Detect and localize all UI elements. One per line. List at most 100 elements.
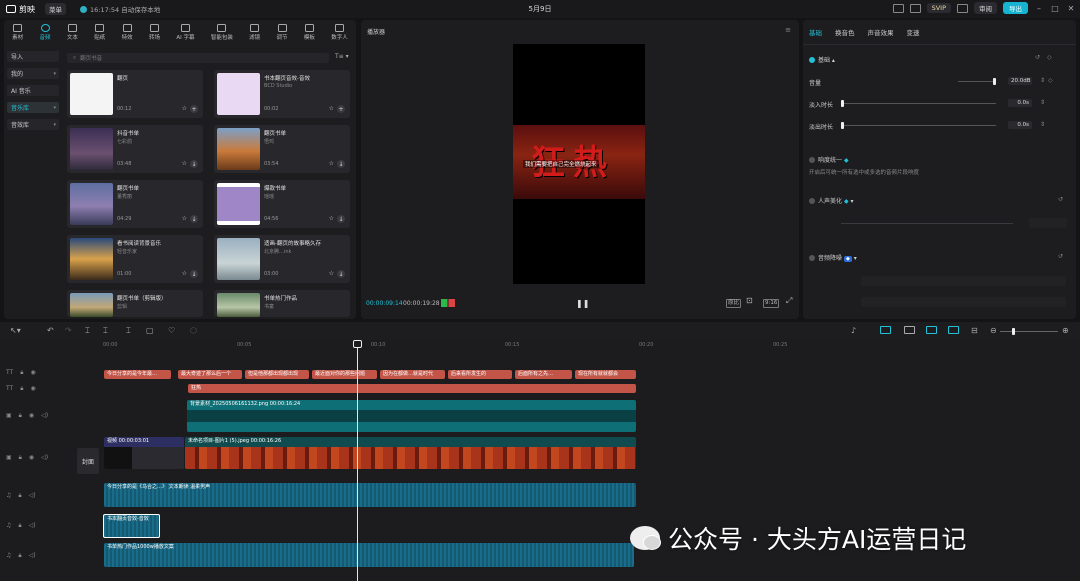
lock-icon[interactable]: 🔒︎: [18, 522, 21, 530]
music-card[interactable]: 抖音书单 七彩鸽 03:48 ☆ ↓: [67, 125, 203, 173]
text-clip[interactable]: 因为在都做…就是时代: [380, 370, 445, 379]
favorite-star-icon[interactable]: ☆: [329, 215, 334, 222]
main-video-clip-a[interactable]: 视频 00:00:03:01: [104, 437, 184, 469]
text-clip[interactable]: 今日分享的是今年最…: [104, 370, 171, 379]
text-clip[interactable]: 现在所有就就都会: [575, 370, 636, 379]
property-tab[interactable]: 换音色: [835, 27, 855, 37]
tab-7[interactable]: 智能包装: [211, 23, 233, 41]
main-image-clip-b[interactable]: 未命名项目-图片1 (5).jpeg 00:00:16:26: [185, 437, 636, 469]
fadein-slider[interactable]: [841, 100, 996, 107]
main-track-controls[interactable]: ▣ 🔒︎ ◉ ◁): [6, 454, 48, 462]
music-card[interactable]: 翻页书单（剪辑版） 剪辑: [67, 290, 203, 317]
volume-keyframe-icon[interactable]: ◇: [1048, 77, 1053, 84]
basic-section[interactable]: 基础 ▴: [809, 55, 835, 64]
text-track-controls[interactable]: TT 🔒︎ ◉: [6, 369, 36, 377]
tab-10[interactable]: 模板: [304, 23, 315, 41]
fadeout-value[interactable]: 0.0s: [1008, 121, 1032, 129]
add-icon[interactable]: +: [337, 105, 345, 113]
split-left-icon[interactable]: ⌶: [103, 326, 108, 336]
text-clip[interactable]: 后面所有之先…: [515, 370, 572, 379]
fadein-slider-handle[interactable]: [841, 100, 844, 107]
maximize-icon[interactable]: □: [1050, 4, 1060, 13]
text-clip[interactable]: 但是他那都出现都出现: [245, 370, 309, 379]
side-nav-item[interactable]: 音效库 ▾: [7, 119, 59, 130]
favorite-star-icon[interactable]: ☆: [182, 105, 187, 112]
add-icon[interactable]: +: [190, 105, 198, 113]
bgm-track-controls[interactable]: ♫ 🔒︎ ◁): [6, 552, 36, 560]
fadeout-slider-handle[interactable]: [841, 122, 844, 129]
side-nav-item[interactable]: AI 音乐: [7, 85, 59, 96]
zoom-in-icon[interactable]: ⊕: [1062, 326, 1069, 335]
fit-icon[interactable]: ⊟: [971, 326, 978, 335]
denoise-toggle[interactable]: 音频降噪 ◆ ▾: [809, 253, 857, 262]
eye-icon[interactable]: ◉: [29, 454, 34, 462]
aspect-ratio-button[interactable]: 9:16: [763, 299, 780, 308]
music-card[interactable]: 看书阅读背景音乐 轻音乐家 01:00 ☆ ↓: [67, 235, 203, 283]
lock-icon[interactable]: 🔒︎: [20, 385, 23, 393]
delete-icon[interactable]: ▢: [146, 326, 154, 335]
playhead-handle[interactable]: [353, 340, 362, 348]
volume-value[interactable]: 20.0dB: [1008, 77, 1032, 85]
download-icon[interactable]: ↓: [337, 160, 345, 168]
beautify-toggle[interactable]: 人声美化 ◆ ▾: [809, 196, 853, 205]
magnet-snap-icon[interactable]: [880, 326, 891, 334]
fadeout-stepper-icon[interactable]: ⇕: [1040, 121, 1045, 128]
tab-4[interactable]: 特效: [122, 23, 133, 41]
lock-icon[interactable]: 🔒︎: [19, 454, 22, 462]
notification-icon[interactable]: [957, 3, 968, 13]
eye-icon[interactable]: ◉: [29, 412, 34, 420]
lock-icon[interactable]: 🔒︎: [20, 369, 23, 377]
favorite-star-icon[interactable]: ☆: [182, 270, 187, 277]
shortcut-icon[interactable]: [909, 3, 921, 13]
sfx-clip[interactable]: 书本翻页音效-音效: [103, 514, 160, 538]
text-clip[interactable]: 最大奇迹了那么后一个: [178, 370, 242, 379]
search-input[interactable]: ⌕ 翻页书音: [67, 53, 329, 63]
volume-slider-handle[interactable]: [993, 78, 997, 85]
property-tab[interactable]: 声音效果: [868, 27, 894, 37]
tab-2[interactable]: 文本: [67, 23, 78, 41]
lock-icon[interactable]: 🔒︎: [18, 552, 21, 560]
volume-slider[interactable]: [958, 78, 997, 85]
minimize-icon[interactable]: –: [1034, 4, 1044, 13]
denoise-reset-icon[interactable]: ↺: [1058, 253, 1063, 260]
mark-icon[interactable]: ♡: [168, 326, 175, 335]
download-icon[interactable]: ↓: [337, 215, 345, 223]
bgm-clip[interactable]: 书单热门作品1000w播放文案: [104, 543, 634, 567]
audio-icon[interactable]: ◁): [29, 552, 36, 560]
loudness-toggle[interactable]: 响度统一 ◆: [809, 155, 849, 164]
side-nav-item[interactable]: 音乐库 ▾: [7, 102, 59, 113]
audio-icon[interactable]: ◁): [41, 454, 48, 462]
download-icon[interactable]: ↓: [190, 160, 198, 168]
shield-icon[interactable]: ⬡: [190, 326, 197, 335]
zoom-handle[interactable]: [1012, 328, 1015, 335]
fadein-stepper-icon[interactable]: ⇕: [1040, 99, 1045, 106]
tab-6[interactable]: AI 字幕: [176, 23, 194, 41]
sort-filter-button[interactable]: T≡ ▾: [335, 53, 349, 60]
download-icon[interactable]: ↓: [337, 270, 345, 278]
fadein-value[interactable]: 0.0s: [1008, 99, 1032, 107]
menu-button[interactable]: 菜单: [45, 3, 66, 15]
export-button[interactable]: 导出: [1003, 2, 1028, 14]
select-tool-icon[interactable]: ↖▾: [10, 326, 21, 335]
tab-9[interactable]: 调节: [277, 23, 288, 41]
project-title[interactable]: 5月9日: [529, 4, 552, 14]
tab-11[interactable]: 数字人: [331, 23, 348, 41]
sfx-track-controls[interactable]: ♫ 🔒︎ ◁): [6, 522, 36, 530]
cover-button[interactable]: 封面: [77, 448, 99, 474]
tab-3[interactable]: 贴纸: [94, 23, 105, 41]
fullscreen-icon[interactable]: ⤢: [785, 297, 793, 306]
eye-icon[interactable]: ◉: [30, 369, 35, 377]
download-icon[interactable]: ↓: [190, 270, 198, 278]
image-clip[interactable]: 背景素材_20250506161132.png 00:00:16:24: [187, 400, 636, 432]
image-track-controls[interactable]: ▣ 🔒︎ ◉ ◁): [6, 412, 48, 420]
music-card[interactable]: 翻页 00:12 ☆ +: [67, 70, 203, 118]
tab-5[interactable]: 转场: [149, 23, 160, 41]
side-nav-item[interactable]: 导入: [7, 51, 59, 62]
music-card[interactable]: 爆款书单 瑶瑶 04:56 ☆ ↓: [214, 180, 350, 228]
favorite-star-icon[interactable]: ☆: [182, 215, 187, 222]
voice-track-controls[interactable]: ♫ 🔒︎ ◁): [6, 492, 36, 500]
split-icon[interactable]: ⌶: [85, 326, 90, 336]
subtitle-track-controls[interactable]: TT 🔒︎ ◉: [6, 385, 36, 393]
split-right-icon[interactable]: ⌶: [126, 326, 131, 336]
favorite-star-icon[interactable]: ☆: [182, 160, 187, 167]
